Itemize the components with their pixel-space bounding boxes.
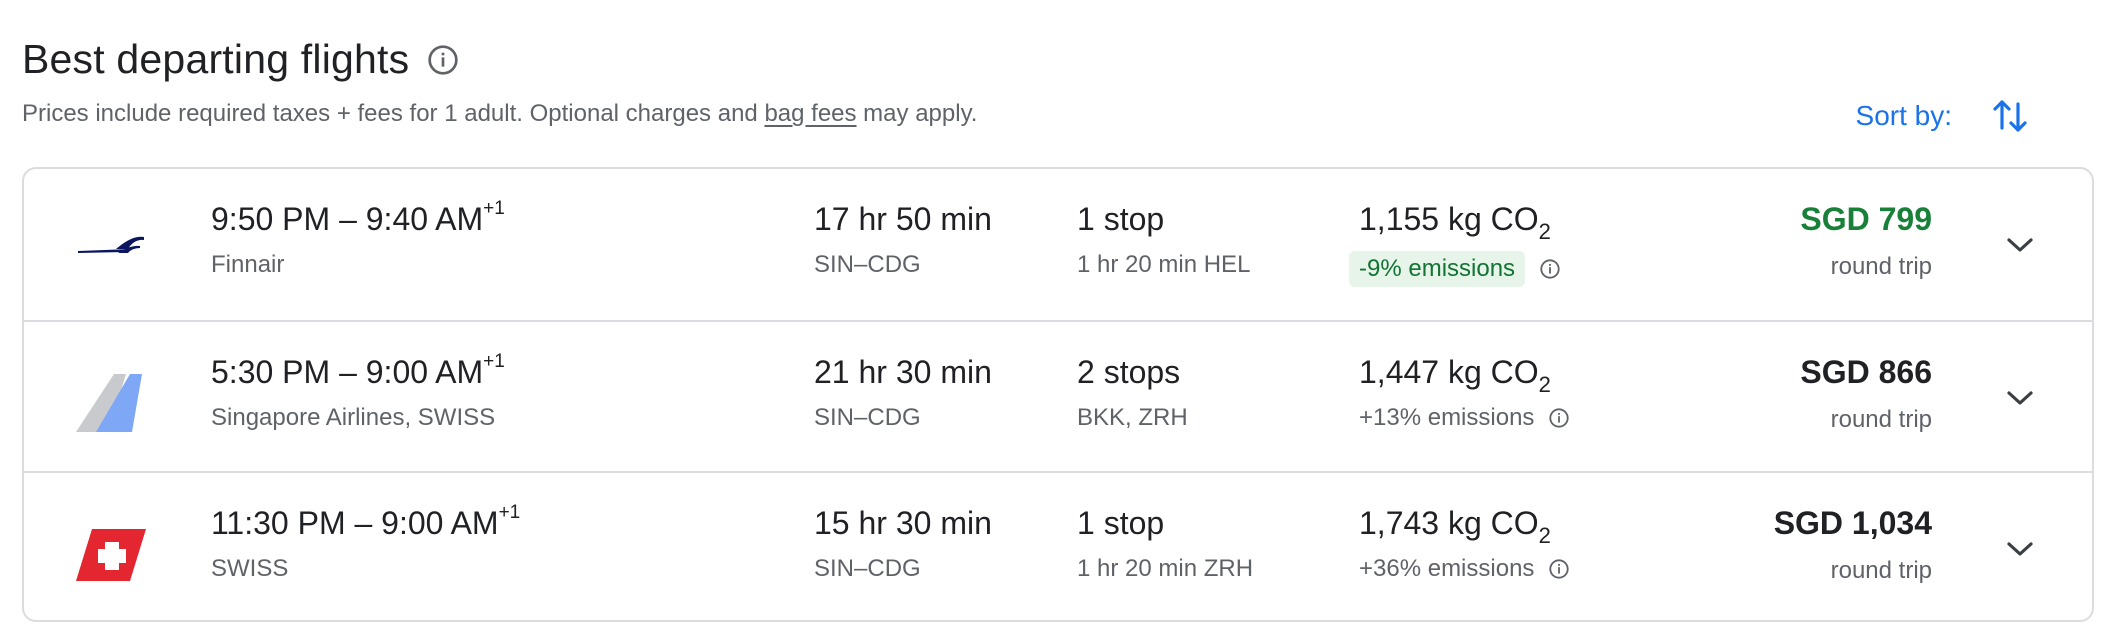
swiss-logo-icon [74,513,148,585]
emissions-text: +13% emissions [1359,404,1535,431]
flight-times: 9:50 PM – 9:40 AM+1 [211,198,505,237]
stop-count: 2 stops [1077,354,1181,390]
info-icon[interactable] [1539,258,1561,280]
price: SGD 866 [1800,354,1932,390]
flight-row[interactable]: 9:50 PM – 9:40 AM+1 Finnair 17 hr 50 min… [24,169,2092,320]
layover-detail: 1 hr 20 min HEL [1077,251,1251,278]
price-type: round trip [1830,557,1932,584]
emissions-comparison: -9% emissions [1349,251,1561,287]
info-icon[interactable] [427,44,459,76]
expand-chevron-icon[interactable] [2000,225,2040,265]
emissions-comparison: +36% emissions [1359,555,1570,583]
section-header: Best departing flights [22,36,459,83]
sort-arrows-icon[interactable] [1992,96,2028,136]
info-icon[interactable] [1548,407,1570,429]
finnair-logo-icon [74,209,148,281]
layover-detail: 1 hr 20 min ZRH [1077,555,1254,582]
emissions-comparison: +13% emissions [1359,404,1570,432]
stop-count: 1 stop [1077,201,1165,237]
flight-route: SIN–CDG [814,404,921,431]
info-icon[interactable] [1548,558,1570,580]
flight-duration: 15 hr 30 min [814,505,992,541]
expand-chevron-icon[interactable] [2000,529,2040,569]
flight-duration: 17 hr 50 min [814,201,992,237]
flight-results-list: 9:50 PM – 9:40 AM+1 Finnair 17 hr 50 min… [22,167,2094,622]
airline-name: Singapore Airlines, SWISS [211,404,496,431]
price-disclaimer: Prices include required taxes + fees for… [22,100,978,127]
layover-detail: BKK, ZRH [1077,404,1188,431]
flight-row[interactable]: 5:30 PM – 9:00 AM+1 Singapore Airlines, … [24,320,2092,473]
co2-amount: 1,155 kg CO2 [1359,201,1551,245]
expand-chevron-icon[interactable] [2000,378,2040,418]
multi-airline-logo-icon [74,362,148,434]
page-title: Best departing flights [22,36,410,82]
co2-amount: 1,447 kg CO2 [1359,354,1551,398]
emissions-badge: -9% emissions [1349,251,1526,287]
flight-duration: 21 hr 30 min [814,354,992,390]
emissions-text: +36% emissions [1359,555,1535,582]
flight-times: 5:30 PM – 9:00 AM+1 [211,351,505,390]
airline-name: Finnair [211,251,285,278]
sort-label[interactable]: Sort by: [1856,100,1952,132]
flight-times: 11:30 PM – 9:00 AM+1 [211,502,521,541]
flight-route: SIN–CDG [814,251,921,278]
price-type: round trip [1830,253,1932,280]
sort-control[interactable]: Sort by: [1856,96,2028,136]
airline-name: SWISS [211,555,289,582]
flight-row[interactable]: 11:30 PM – 9:00 AM+1 SWISS 15 hr 30 min … [24,471,2092,620]
bag-fees-link[interactable]: bag fees [764,100,856,127]
stop-count: 1 stop [1077,505,1165,541]
price-type: round trip [1830,406,1932,433]
flight-route: SIN–CDG [814,555,921,582]
price: SGD 1,034 [1773,505,1932,541]
co2-amount: 1,743 kg CO2 [1359,505,1551,549]
price: SGD 799 [1800,201,1932,237]
